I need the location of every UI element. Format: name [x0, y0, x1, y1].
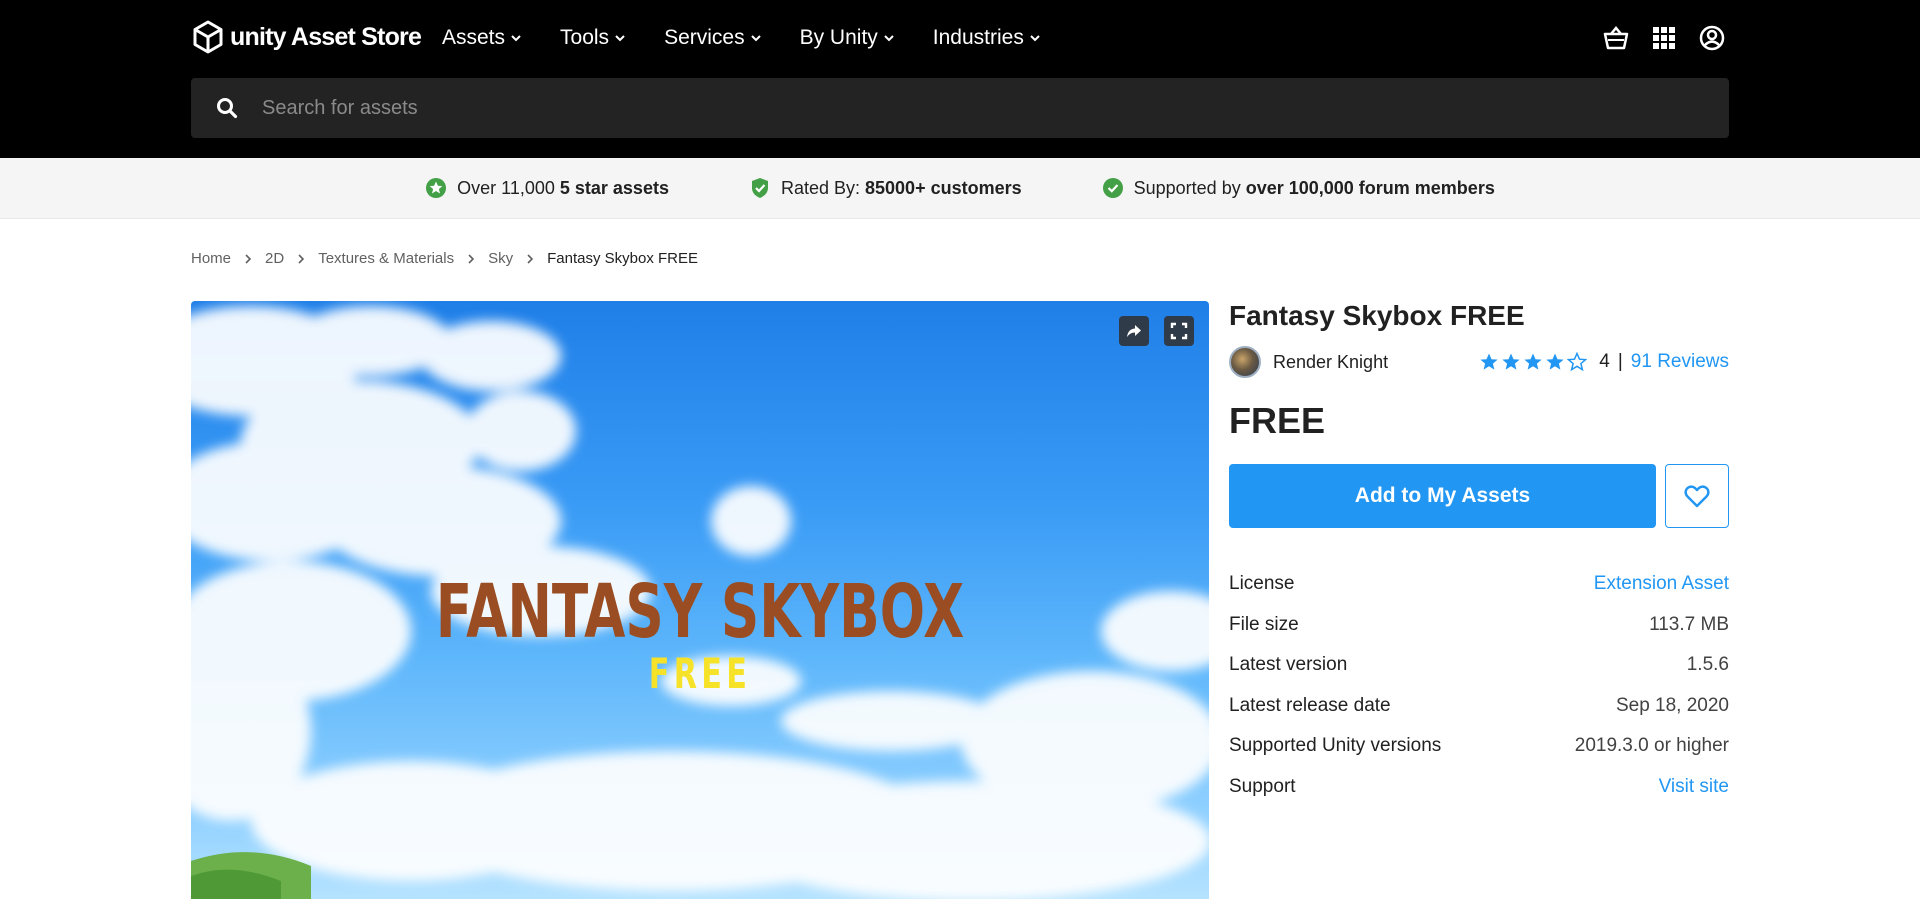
detail-value: 1.5.6 [1686, 654, 1729, 676]
detail-label: License [1229, 573, 1295, 595]
trust-bold: 85000+ customers [865, 177, 1022, 198]
header-actions [1586, 20, 1730, 56]
nav-services[interactable]: Services [664, 22, 762, 54]
product-price: FREE [1229, 400, 1326, 441]
breadcrumb-current: Fantasy Skybox FREE [547, 250, 698, 267]
detail-row-release-date: Latest release date Sep 18, 2020 [1229, 686, 1729, 727]
chevron-right-icon [245, 253, 252, 264]
search-input[interactable] [262, 96, 1662, 120]
detail-label: Latest version [1229, 654, 1348, 676]
nav-label: By Unity [799, 26, 878, 49]
add-to-my-assets-button[interactable]: Add to My Assets [1229, 464, 1656, 528]
main-nav: Assets Tools Services By Unity Industrie… [442, 22, 1041, 54]
account-button[interactable] [1694, 20, 1730, 56]
chevron-down-icon [1030, 35, 1040, 42]
fullscreen-icon [1170, 322, 1188, 340]
star-filled-icon [1480, 353, 1498, 370]
trust-item-star-assets: Over 11,000 5 star assets [425, 177, 669, 199]
detail-row-unity-versions: Supported Unity versions 2019.3.0 or hig… [1229, 726, 1729, 767]
chevron-down-icon [750, 35, 761, 42]
star-filled-icon [1524, 353, 1542, 370]
chevron-down-icon [615, 35, 625, 42]
detail-label: Supported Unity versions [1229, 735, 1442, 757]
detail-label: Latest release date [1229, 694, 1391, 716]
star-filled-icon [1546, 353, 1564, 370]
hero-title-text: FANTASY SKYBOX [435, 569, 965, 655]
breadcrumb-home[interactable]: Home [191, 250, 231, 267]
trust-item-rated-by: Rated By: 85000+ customers [749, 177, 1022, 199]
detail-row-latest-version: Latest version 1.5.6 [1229, 645, 1729, 686]
fullscreen-button[interactable] [1164, 316, 1194, 346]
nav-industries[interactable]: Industries [933, 22, 1041, 54]
breadcrumb-2d[interactable]: 2D [265, 250, 284, 267]
trust-text: Over 11,000 [457, 177, 555, 198]
breadcrumb-textures-materials[interactable]: Textures & Materials [318, 250, 454, 267]
breadcrumb: Home 2D Textures & Materials Sky Fantasy… [191, 250, 698, 267]
trust-text: Rated By: [780, 177, 861, 198]
trust-text: Supported by [1133, 177, 1241, 198]
apps-grid-button[interactable] [1646, 20, 1682, 56]
product-details-list: License Extension Asset File size 113.7 … [1229, 564, 1729, 807]
rating-value: 4 [1599, 351, 1610, 372]
chevron-right-icon [527, 253, 534, 264]
heart-icon [1684, 485, 1710, 508]
rating-separator: | [1617, 351, 1623, 372]
detail-row-support: Support Visit site [1229, 767, 1729, 808]
check-circle-icon [1102, 178, 1123, 198]
trust-bold: 5 star assets [559, 177, 669, 198]
unity-cube-icon [193, 20, 223, 54]
breadcrumb-sky[interactable]: Sky [488, 250, 513, 267]
trust-item-forum: Supported by over 100,000 forum members [1102, 177, 1495, 199]
nav-assets[interactable]: Assets [442, 22, 522, 54]
account-icon [1699, 25, 1725, 51]
detail-row-license: License Extension Asset [1229, 564, 1729, 605]
detail-value: Sep 18, 2020 [1615, 694, 1729, 716]
logo-text: unity Asset Store [230, 22, 422, 51]
detail-value: 2019.3.0 or higher [1574, 735, 1729, 757]
cart-icon [1603, 26, 1629, 50]
verified-shield-icon [751, 178, 768, 198]
nav-label: Industries [932, 26, 1024, 49]
trust-bar: Over 11,000 5 star assets Rated By: 8500… [0, 158, 1920, 219]
chevron-down-icon [884, 35, 894, 42]
detail-label: Support [1229, 775, 1296, 797]
chevron-right-icon [468, 253, 475, 264]
trust-bold: over 100,000 forum members [1245, 177, 1495, 198]
search-bar [191, 78, 1729, 138]
visit-site-link[interactable]: Visit site [1659, 776, 1729, 798]
wishlist-button[interactable] [1665, 464, 1729, 528]
chevron-down-icon [511, 35, 521, 42]
hero-subtitle-text: FREE [648, 649, 752, 698]
search-icon[interactable] [216, 97, 238, 119]
nav-label: Tools [560, 26, 610, 49]
purchase-actions: Add to My Assets [1229, 464, 1729, 528]
nav-label: Assets [442, 26, 506, 49]
license-link[interactable]: Extension Asset [1594, 573, 1729, 595]
detail-value: 113.7 MB [1649, 613, 1729, 635]
nav-tools[interactable]: Tools [560, 22, 626, 54]
rating-summary: 4 | 91 Reviews [1479, 342, 1729, 382]
publisher-name[interactable]: Render Knight [1273, 352, 1388, 373]
product-title: Fantasy Skybox FREE [1229, 300, 1525, 331]
cart-button[interactable] [1598, 20, 1634, 56]
share-icon [1127, 325, 1141, 337]
star-badge-icon [426, 178, 447, 198]
star-empty-icon [1567, 352, 1588, 372]
publisher-avatar[interactable] [1229, 346, 1261, 378]
nav-label: Services [664, 26, 745, 49]
nav-by-unity[interactable]: By Unity [800, 22, 895, 54]
product-info-panel: Fantasy Skybox FREE Render Knight 4 | 91… [1229, 296, 1729, 807]
site-header: unity Asset Store Assets Tools Services … [0, 0, 1920, 158]
publisher-row: Render Knight 4 | 91 Reviews [1229, 342, 1729, 382]
share-button[interactable] [1119, 316, 1149, 346]
chevron-right-icon [298, 253, 305, 264]
unity-asset-store-logo[interactable]: unity Asset Store [191, 20, 422, 54]
reviews-link[interactable]: 91 Reviews [1631, 351, 1729, 373]
product-hero-image[interactable]: FANTASY SKYBOX FREE [191, 301, 1209, 899]
star-filled-icon [1502, 353, 1520, 370]
detail-row-file-size: File size 113.7 MB [1229, 605, 1729, 646]
detail-label: File size [1229, 613, 1299, 635]
apps-grid-icon [1653, 27, 1675, 49]
